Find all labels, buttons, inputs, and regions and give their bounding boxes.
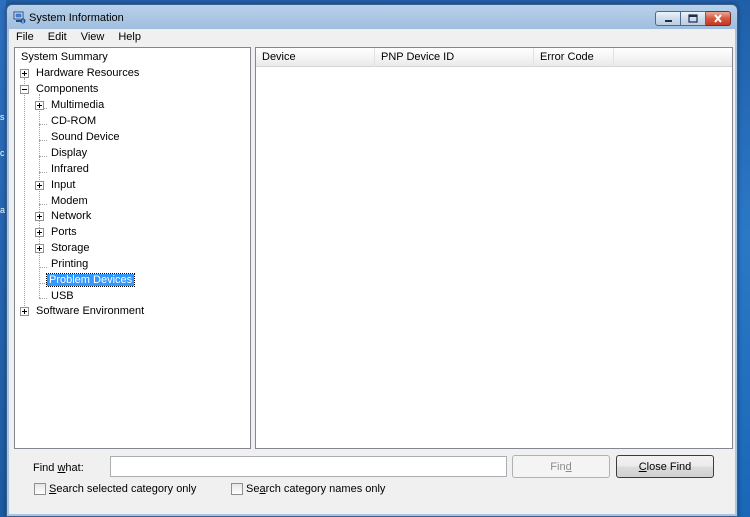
details-list[interactable]: Device PNP Device ID Error Code	[255, 47, 733, 449]
menu-help[interactable]: Help	[111, 29, 148, 45]
tree-item-label: USB	[51, 290, 74, 302]
caption-buttons	[655, 11, 731, 26]
tree-item-printing[interactable]: Printing	[49, 257, 90, 273]
tree-item-cd-rom[interactable]: CD-ROM	[49, 114, 98, 130]
tree-item-usb[interactable]: USB	[49, 289, 76, 305]
tree-item-label: System Summary	[21, 51, 108, 63]
window-title: System Information	[29, 12, 124, 24]
minimize-button[interactable]	[655, 11, 681, 26]
system-information-icon	[13, 11, 26, 24]
system-information-window: System Information File Edit View Help S…	[6, 4, 738, 517]
column-header-error-code[interactable]: Error Code	[534, 48, 614, 67]
tree-item-system-summary[interactable]: System Summary	[19, 50, 110, 66]
maximize-button[interactable]	[681, 11, 706, 26]
tree-item-hardware-resources[interactable]: Hardware Resources	[34, 66, 141, 82]
tree-item-software-environment[interactable]: Software Environment	[34, 304, 146, 320]
menu-bar: File Edit View Help	[9, 29, 735, 45]
tree-item-label: Storage	[51, 242, 90, 254]
tree-item-network[interactable]: Network	[49, 209, 93, 225]
expand-icon[interactable]	[35, 181, 44, 190]
tree-connector	[39, 172, 47, 173]
client-area: System Summary Hardware Resources Compon…	[9, 45, 735, 514]
menu-edit[interactable]: Edit	[41, 29, 74, 45]
tree-connector	[39, 124, 47, 125]
tree-item-sound-device[interactable]: Sound Device	[49, 130, 122, 146]
close-icon	[714, 14, 722, 23]
tree-item-components[interactable]: Components	[34, 82, 100, 98]
tree-connector	[39, 140, 47, 141]
maximize-icon	[688, 14, 698, 23]
search-selected-category-option[interactable]: Search selected category only	[34, 482, 196, 496]
search-selected-category-label: Search selected category only	[49, 483, 197, 495]
tree-item-label: Input	[51, 179, 76, 191]
tree-connector	[39, 156, 47, 157]
tree-item-modem[interactable]: Modem	[49, 194, 90, 210]
find-what-input[interactable]	[110, 456, 507, 477]
tree-item-input[interactable]: Input	[49, 178, 77, 194]
tree-item-problem-devices[interactable]: Problem Devices	[45, 273, 136, 289]
tree-item-label: Ports	[51, 226, 77, 238]
tree-connector	[39, 298, 47, 299]
tree-item-label: Multimedia	[51, 99, 105, 111]
tree-item-label: Modem	[51, 195, 88, 207]
minimize-icon	[664, 19, 672, 22]
search-category-names-checkbox[interactable]	[231, 483, 243, 495]
tree-item-label: Network	[51, 210, 92, 222]
tree-connector	[39, 283, 47, 284]
expand-icon[interactable]	[35, 212, 44, 221]
tree-item-label: CD-ROM	[51, 115, 97, 127]
list-header: Device PNP Device ID Error Code	[256, 48, 732, 67]
tree-item-multimedia[interactable]: Multimedia	[49, 98, 106, 114]
tree-item-label: Display	[51, 147, 88, 159]
find-button[interactable]: Fin d	[512, 455, 610, 478]
tree-connector	[39, 204, 47, 205]
column-header-pnp-device-id[interactable]: PNP Device ID	[375, 48, 534, 67]
tree-item-label: Sound Device	[51, 131, 120, 143]
expand-icon[interactable]	[20, 307, 29, 316]
tree-item-display[interactable]: Display	[49, 146, 89, 162]
expand-icon[interactable]	[35, 228, 44, 237]
tree-item-label-selected: Problem Devices	[45, 273, 136, 287]
tree-connector	[24, 78, 25, 312]
tree-item-label: Infrared	[51, 163, 89, 175]
close-find-button[interactable]: Close Find	[616, 455, 714, 478]
tree-item-label: Software Environment	[36, 305, 145, 317]
tree-item-storage[interactable]: Storage	[49, 241, 92, 257]
expand-icon[interactable]	[20, 69, 29, 78]
menu-view[interactable]: View	[74, 29, 112, 45]
collapse-icon[interactable]	[20, 85, 29, 94]
tree-item-ports[interactable]: Ports	[49, 225, 79, 241]
find-what-label: Find what:	[33, 462, 84, 474]
column-header-device[interactable]: Device	[256, 48, 375, 67]
search-category-names-label: Search category names only	[246, 483, 386, 495]
expand-icon[interactable]	[35, 244, 44, 253]
tree-item-infrared[interactable]: Infrared	[49, 162, 91, 178]
tree-item-label: Printing	[51, 258, 89, 270]
title-bar[interactable]: System Information	[7, 5, 737, 29]
expand-icon[interactable]	[35, 101, 44, 110]
search-selected-category-checkbox[interactable]	[34, 483, 46, 495]
menu-file[interactable]: File	[9, 29, 41, 45]
search-category-names-option[interactable]: Search category names only	[231, 482, 385, 496]
close-button[interactable]	[706, 11, 731, 26]
category-tree[interactable]: System Summary Hardware Resources Compon…	[14, 47, 251, 449]
tree-item-label: Hardware Resources	[36, 67, 140, 79]
tree-item-label: Components	[36, 83, 99, 95]
tree-connector	[39, 267, 47, 268]
